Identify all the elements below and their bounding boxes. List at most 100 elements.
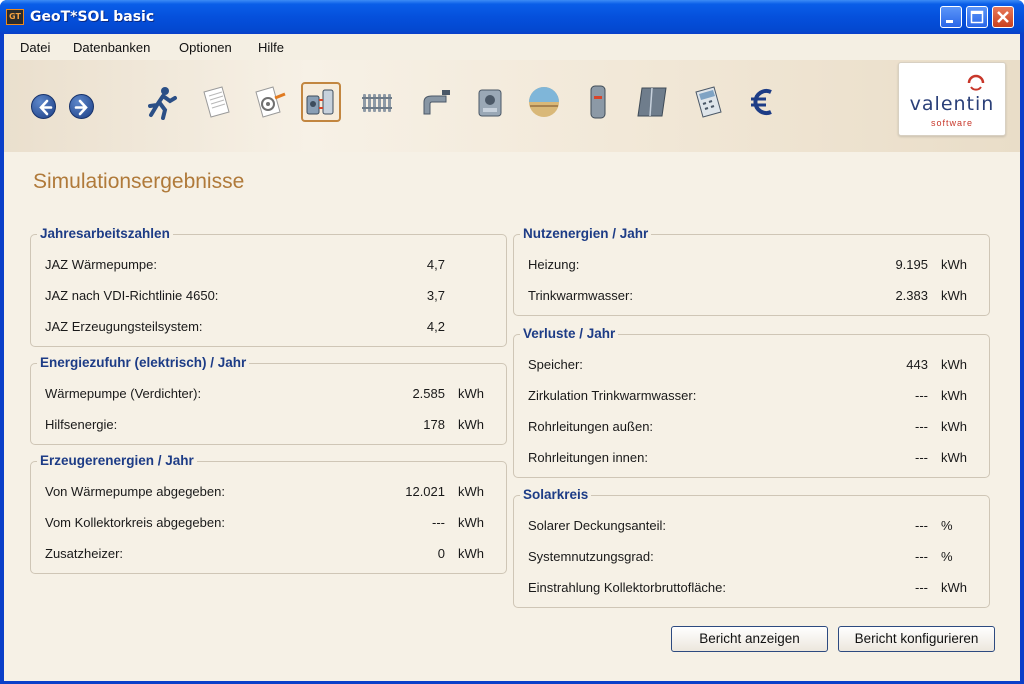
group-verluste: Verluste / Jahr Speicher: 443 kWh Zirkul… — [513, 326, 990, 478]
jaz-erzeugung-label: JAZ Erzeugungsteilsystem: — [45, 319, 203, 334]
app-icon: GT — [6, 9, 24, 25]
jaz-vdi-label: JAZ nach VDI-Richtlinie 4650: — [45, 288, 219, 303]
erzeuger-zusatzheizer-value: 0 — [437, 546, 445, 561]
jaz-waermepumpe-value: 4,7 — [426, 257, 445, 272]
page-title: Simulationsergebnisse — [33, 170, 245, 193]
verluste-rohrleitungen-innen-value: --- — [915, 450, 928, 465]
euro-icon — [751, 89, 772, 115]
system-schematic-icon — [306, 89, 334, 115]
nutzenergien-heizung-value: 9.195 — [895, 257, 928, 272]
verluste-zirkulation-label: Zirkulation Trinkwarmwasser: — [528, 388, 697, 403]
solarkreis-systemnutzungsgrad-label: Systemnutzungsgrad: — [528, 549, 654, 564]
group-nutzenergien: Nutzenergien / Jahr Heizung: 9.195 kWh T… — [513, 226, 990, 316]
runner-tool-button[interactable] — [141, 82, 181, 122]
erzeuger-zusatzheizer-unit: kWh — [458, 546, 484, 561]
tap-icon — [423, 90, 450, 115]
collector-icon — [637, 87, 667, 117]
energiezufuhr-verdichter-unit: kWh — [458, 386, 484, 401]
group-title-energiezufuhr: Energiezufuhr (elektrisch) / Jahr — [37, 355, 250, 370]
valentin-logo: valentin software — [898, 62, 1006, 136]
maximize-button[interactable] — [966, 6, 988, 28]
energiezufuhr-verdichter-label: Wärmepumpe (Verdichter): — [45, 386, 202, 401]
jaz-erzeugung-value: 4,2 — [426, 319, 445, 334]
forward-icon — [74, 99, 88, 116]
logo-name: valentin — [909, 93, 995, 115]
system-schematic-tool-button[interactable] — [301, 82, 341, 122]
heat-pump-icon — [478, 89, 502, 117]
close-button[interactable] — [992, 6, 1014, 28]
erzeuger-kollektorkreis-unit: kWh — [458, 515, 484, 530]
nutzenergien-trinkwarmwasser-unit: kWh — [941, 288, 967, 303]
ground-layer-icon — [529, 87, 559, 117]
group-solarkreis: Solarkreis Solarer Deckungsanteil: --- %… — [513, 487, 990, 608]
group-title-erzeugerenergien: Erzeugerenergien / Jahr — [37, 453, 197, 468]
minimize-button[interactable] — [940, 6, 962, 28]
show-report-button[interactable]: Bericht anzeigen — [671, 626, 828, 652]
window-title: GeoT*SOL basic — [30, 9, 155, 25]
storage-tank-icon — [590, 85, 606, 119]
ground-layer-tool-button[interactable] — [524, 82, 564, 122]
storage-tank-tool-button[interactable] — [578, 82, 618, 122]
verluste-rohrleitungen-innen-unit: kWh — [941, 450, 967, 465]
tap-tool-button[interactable] — [416, 82, 456, 122]
radiator-tool-button[interactable] — [359, 82, 399, 122]
menu-datei[interactable]: Datei — [20, 40, 50, 55]
title-bar[interactable]: GT GeoT*SOL basic — [0, 0, 1024, 34]
menu-datenbanken[interactable]: Datenbanken — [73, 40, 150, 55]
verluste-speicher-value: 443 — [906, 357, 928, 372]
nutzenergien-heizung-label: Heizung: — [528, 257, 580, 272]
group-title-jahresarbeitszahlen: Jahresarbeitszahlen — [37, 226, 173, 241]
solarkreis-einstrahlung-label: Einstrahlung Kollektorbruttofläche: — [528, 580, 727, 595]
solarkreis-deckungsanteil-value: --- — [915, 518, 928, 533]
group-jahresarbeitszahlen: Jahresarbeitszahlen JAZ Wärmepumpe: 4,7 … — [30, 226, 507, 347]
jaz-vdi-value: 3,7 — [426, 288, 445, 303]
erzeuger-waermepumpe-value: 12.021 — [405, 484, 445, 499]
group-erzeugerenergien: Erzeugerenergien / Jahr Von Wärmepumpe a… — [30, 453, 507, 574]
energiezufuhr-hilfsenergie-unit: kWh — [458, 417, 484, 432]
radiator-icon — [362, 94, 392, 112]
verluste-rohrleitungen-aussen-label: Rohrleitungen außen: — [528, 419, 654, 434]
document-tool-button[interactable] — [196, 82, 236, 122]
document-settings-tool-button[interactable] — [249, 82, 289, 122]
menu-hilfe[interactable]: Hilfe — [258, 40, 284, 55]
heat-pump-tool-button[interactable] — [470, 82, 510, 122]
jaz-waermepumpe-label: JAZ Wärmepumpe: — [45, 257, 157, 272]
forward-button[interactable] — [69, 94, 94, 119]
collector-tool-button[interactable] — [632, 82, 672, 122]
client-area: Datei Datenbanken Optionen Hilfe valenti… — [4, 34, 1020, 681]
solarkreis-einstrahlung-value: --- — [915, 580, 928, 595]
logo-subtitle: software — [930, 118, 973, 128]
group-title-nutzenergien: Nutzenergien / Jahr — [520, 226, 652, 241]
group-title-verluste: Verluste / Jahr — [520, 326, 619, 341]
calculator-tool-button[interactable] — [688, 82, 728, 122]
euro-tool-button[interactable] — [742, 82, 782, 122]
erzeuger-waermepumpe-unit: kWh — [458, 484, 484, 499]
verluste-rohrleitungen-aussen-unit: kWh — [941, 419, 967, 434]
back-button[interactable] — [31, 94, 56, 119]
maximize-icon — [970, 10, 984, 24]
erzeuger-kollektorkreis-label: Vom Kollektorkreis abgegeben: — [45, 515, 225, 530]
menu-optionen[interactable]: Optionen — [179, 40, 232, 55]
energiezufuhr-hilfsenergie-value: 178 — [423, 417, 445, 432]
solarkreis-einstrahlung-unit: kWh — [941, 580, 967, 595]
verluste-rohrleitungen-innen-label: Rohrleitungen innen: — [528, 450, 648, 465]
back-icon — [39, 99, 53, 116]
verluste-zirkulation-unit: kWh — [941, 388, 967, 403]
configure-report-button[interactable]: Bericht konfigurieren — [838, 626, 995, 652]
minimize-icon — [946, 20, 953, 23]
solarkreis-deckungsanteil-label: Solarer Deckungsanteil: — [528, 518, 667, 533]
document-icon — [203, 86, 230, 118]
toolbar: valentin software — [4, 60, 1020, 152]
verluste-rohrleitungen-aussen-value: --- — [915, 419, 928, 434]
solarkreis-systemnutzungsgrad-unit: % — [941, 549, 953, 564]
solarkreis-systemnutzungsgrad-value: --- — [915, 549, 928, 564]
verluste-zirkulation-value: --- — [915, 388, 928, 403]
energiezufuhr-verdichter-value: 2.585 — [412, 386, 445, 401]
runner-icon — [148, 87, 177, 120]
document-settings-icon — [255, 86, 286, 118]
solarkreis-deckungsanteil-unit: % — [941, 518, 953, 533]
verluste-speicher-label: Speicher: — [528, 357, 583, 372]
app-window: GT GeoT*SOL basic Datei Datenbanken Opti… — [0, 0, 1024, 684]
energiezufuhr-hilfsenergie-label: Hilfsenergie: — [45, 417, 118, 432]
group-energiezufuhr: Energiezufuhr (elektrisch) / Jahr Wärmep… — [30, 355, 507, 445]
